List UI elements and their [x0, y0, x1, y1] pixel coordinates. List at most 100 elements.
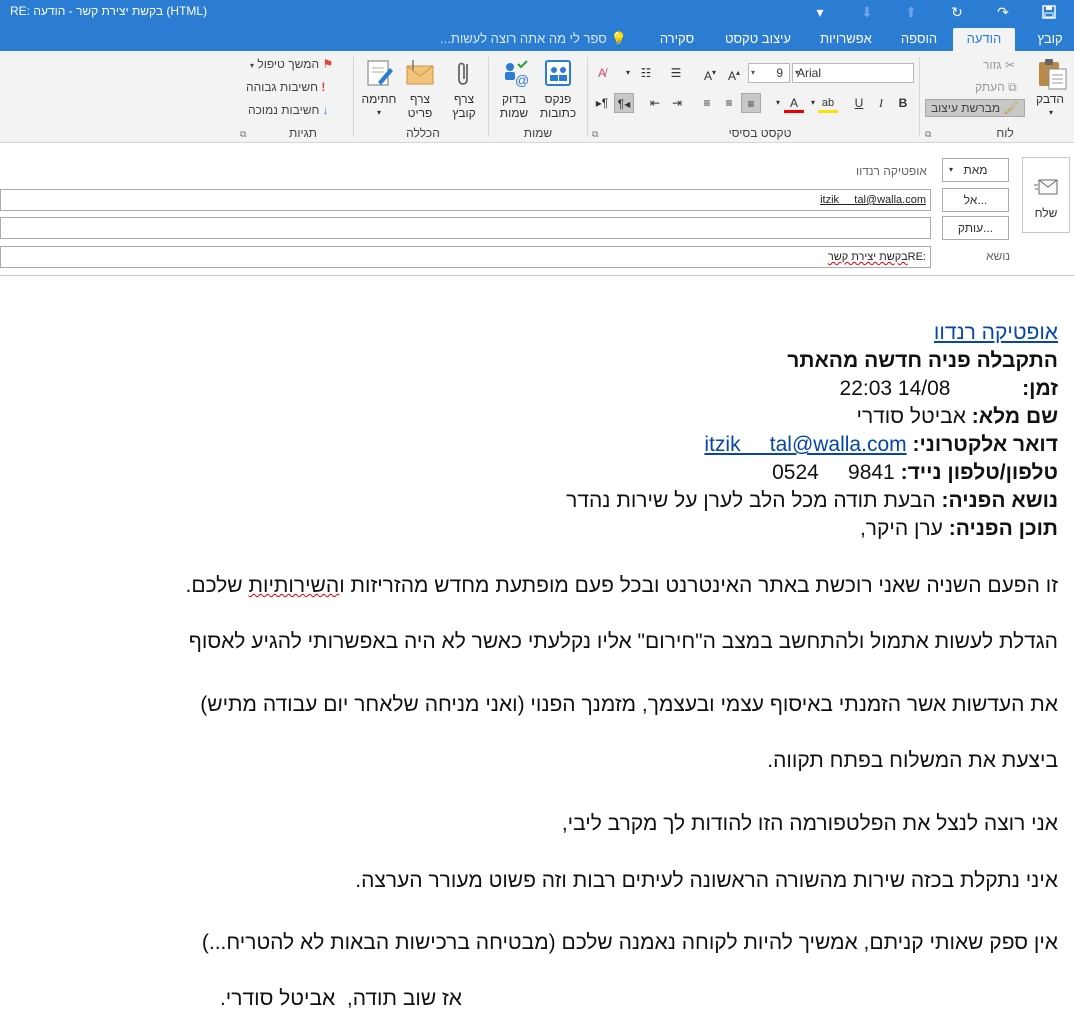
attach-item-button[interactable]: צרף פריט: [400, 92, 440, 120]
numbering-icon[interactable]: ☷: [636, 63, 656, 83]
paperclip-icon[interactable]: [449, 58, 479, 88]
font-name-combo[interactable]: Arial ▾: [792, 63, 914, 83]
email-label: דואר אלקטרוני:: [912, 433, 1058, 456]
from-button[interactable]: מאת ▾: [942, 158, 1009, 182]
topic-line: נושא הפניה: הבעת תודה מכל הלב לערן על שי…: [566, 487, 1058, 514]
to-button[interactable]: אל...: [942, 188, 1009, 212]
tab-options[interactable]: אפשרויות: [815, 28, 877, 51]
tab-review[interactable]: סקירה: [652, 28, 702, 51]
check-names-button[interactable]: בדוק שמות: [493, 92, 535, 120]
window-title: RE: בקשת יצירת קשר - הודעה (HTML): [10, 4, 208, 18]
align-left-icon[interactable]: ≡: [697, 93, 717, 113]
paragraph-6: איני נתקלת בכזה שירות מהשורה הראשונה לעי…: [355, 869, 1058, 892]
high-importance-button[interactable]: ! חשיבות גבוהה: [246, 80, 325, 94]
email-link[interactable]: itzik tal@walla.com: [704, 433, 906, 456]
from-value: אופטיקה רנדוו: [856, 164, 927, 178]
ltr-direction-icon[interactable]: ▸¶: [592, 93, 612, 113]
chevron-down-icon: ▾: [250, 61, 255, 70]
subject-field[interactable]: בקשת יצירת קשר RE:: [0, 246, 931, 268]
tab-format-text[interactable]: עיצוב טקסט: [718, 28, 798, 51]
clipboard-group-label: לוח: [996, 126, 1014, 140]
clear-formatting-icon[interactable]: A̸: [592, 63, 612, 83]
store-link[interactable]: אופטיקה רנדוו: [934, 321, 1058, 344]
paste-button[interactable]: הדבק: [1030, 92, 1070, 106]
paragraph-3: את העדשות אשר הזמנתי באיסוף עצמי ובעצמך,…: [200, 693, 1058, 716]
bullets-icon[interactable]: ☰: [666, 63, 686, 83]
copy-button[interactable]: ⧉ העתק: [975, 80, 1017, 95]
ribbon: הדבק ▾ ✂ גזור ⧉ העתק 🖌 מברשת עיצוב לוח ⧉…: [0, 51, 1074, 143]
redo-icon[interactable]: ↻: [942, 0, 972, 24]
paste-icon[interactable]: [1036, 57, 1067, 90]
rtl-direction-icon[interactable]: ¶◂: [614, 93, 634, 113]
customize-toolbar-icon[interactable]: ▾: [805, 0, 835, 24]
cc-field[interactable]: [0, 217, 931, 239]
follow-up-button[interactable]: ⚑ המשך טיפול ▾: [250, 57, 333, 71]
shrink-font-icon[interactable]: A▾: [700, 63, 720, 83]
format-painter-button[interactable]: 🖌 מברשת עיצוב: [925, 99, 1025, 117]
scissors-icon: ✂: [1004, 58, 1015, 72]
font-size-combo[interactable]: 9 ▾: [748, 63, 790, 83]
attach-file-button[interactable]: צרף קובץ: [446, 92, 482, 120]
grow-font-icon[interactable]: A▴: [724, 63, 744, 83]
chevron-down-icon[interactable]: ▾: [768, 93, 788, 113]
subject-prefix: RE:: [907, 251, 926, 263]
group-divider: [919, 57, 920, 137]
up-arrow-icon[interactable]: ⬆: [896, 0, 926, 24]
send-envelope-icon: [1034, 176, 1060, 203]
content-value: ערן היקר,: [859, 517, 943, 540]
low-importance-button[interactable]: ↓ חשיבות נמוכה: [248, 103, 329, 117]
outdent-icon[interactable]: ⇤: [645, 93, 665, 113]
address-book-button[interactable]: פנקס כתובות: [535, 92, 581, 120]
svg-text:@: @: [515, 72, 529, 88]
save-icon[interactable]: [1034, 0, 1064, 24]
undo-icon[interactable]: ↷: [988, 0, 1018, 24]
name-line: שם מלא: אביטל סודרי: [856, 403, 1058, 430]
tell-me-box[interactable]: 💡 ספר לי מה אתה רוצה לעשות...: [440, 28, 627, 49]
chevron-down-icon[interactable]: ▾: [803, 93, 823, 113]
topic-label: נושא הפניה:: [941, 489, 1059, 512]
tags-launcher-icon[interactable]: ⧉: [240, 129, 246, 140]
underline-icon[interactable]: U: [849, 93, 869, 113]
cut-button[interactable]: ✂ גזור: [983, 58, 1015, 72]
email-line: דואר אלקטרוני: itzik tal@walla.com: [704, 431, 1058, 458]
chevron-down-icon: ▾: [949, 165, 954, 174]
paragraph-4: ביצעת את המשלוח בפתח תקווה.: [767, 749, 1058, 772]
tags-group-label: תגיות: [289, 126, 317, 140]
address-book-icon[interactable]: [543, 58, 573, 88]
paragraph-1: זו הפעם השניה שאני רוכשת באתר האינטרנט ו…: [185, 574, 1059, 597]
chevron-down-icon[interactable]: ▾: [372, 106, 386, 120]
paste-dropdown-icon[interactable]: ▾: [1044, 106, 1058, 120]
name-label: שם מלא:: [971, 405, 1058, 428]
chevron-down-icon: ▾: [795, 68, 800, 77]
clipboard-launcher-icon[interactable]: ⧉: [925, 129, 931, 140]
chevron-down-icon[interactable]: ▾: [618, 63, 638, 83]
group-divider: [587, 57, 588, 137]
tab-message[interactable]: הודעה: [953, 28, 1015, 51]
signature-icon[interactable]: [364, 58, 394, 88]
to-field[interactable]: itzik tal@walla.com: [0, 189, 931, 211]
content-label: תוכן הפניה:: [948, 517, 1058, 540]
message-heading: התקבלה פניה חדשה מהאתר: [787, 349, 1058, 372]
italic-icon[interactable]: I: [871, 93, 891, 113]
send-button[interactable]: שלח: [1022, 157, 1070, 233]
to-recipient: itzik tal@walla.com: [820, 194, 926, 206]
indent-icon[interactable]: ⇥: [667, 93, 687, 113]
cc-button[interactable]: עותק...: [942, 216, 1009, 240]
signature-button[interactable]: חתימה: [357, 92, 401, 106]
align-center-icon[interactable]: ≡: [719, 93, 739, 113]
tab-insert[interactable]: הוספה: [895, 28, 943, 51]
down-arrow-icon[interactable]: ⬇: [852, 0, 882, 24]
lightbulb-icon: 💡: [610, 31, 627, 46]
tab-file[interactable]: קובץ: [1030, 28, 1070, 51]
bold-icon[interactable]: B: [893, 93, 913, 113]
basic-text-launcher-icon[interactable]: ⧉: [592, 129, 598, 140]
check-names-icon[interactable]: @: [500, 58, 530, 88]
title-bar: RE: בקשת יצירת קשר - הודעה (HTML) ▾ ⬇ ⬆ …: [0, 0, 1074, 24]
names-group-label: שמות: [523, 126, 553, 140]
subject-label: נושא: [986, 249, 1011, 263]
align-right-icon[interactable]: ≡: [741, 93, 761, 113]
message-body[interactable]: אופטיקה רנדוו התקבלה פניה חדשה מהאתר זמן…: [0, 275, 1074, 1026]
include-group-label: הכללה: [406, 126, 440, 140]
attach-item-icon[interactable]: [405, 58, 435, 88]
paragraph-5: אני רוצה לנצל את הפלטפורמה הזו להודות לך…: [561, 812, 1058, 835]
